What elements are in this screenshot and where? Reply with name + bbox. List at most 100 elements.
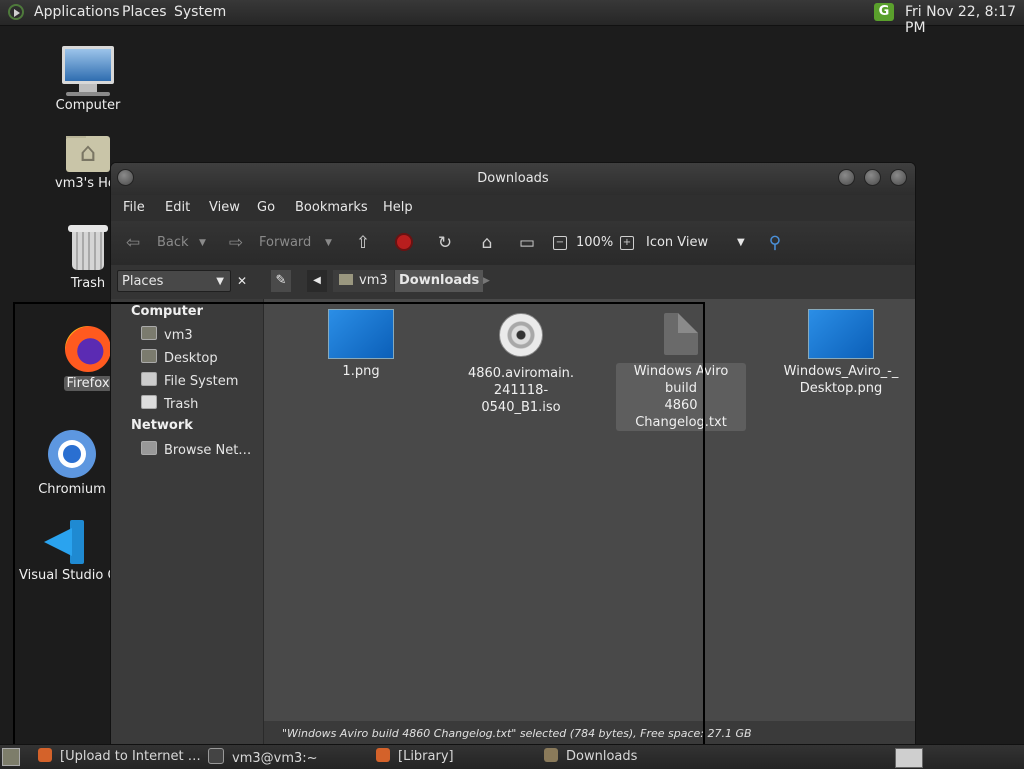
search-icon[interactable]: ⚲ xyxy=(765,233,785,253)
main-menu-icon[interactable] xyxy=(8,4,24,20)
network-icon xyxy=(141,441,157,455)
maximize-button[interactable] xyxy=(864,169,881,186)
desktop-icon-label: Firefox xyxy=(64,376,112,391)
update-notifier-icon[interactable]: G xyxy=(874,3,894,21)
desktop-icon-vscode[interactable]: Visual Studio Co xyxy=(17,520,110,583)
up-arrow-icon[interactable]: ⇧ xyxy=(353,233,373,253)
task-upload-browser[interactable]: [Upload to Internet … xyxy=(38,748,201,764)
file-item[interactable]: 1.png xyxy=(296,309,426,380)
home-folder-icon xyxy=(66,136,110,172)
firefox-icon xyxy=(376,748,390,762)
firefox-icon xyxy=(65,326,111,372)
show-desktop-icon[interactable] xyxy=(2,748,20,766)
text-file-icon xyxy=(664,313,698,355)
clock[interactable]: Fri Nov 22, 8:17 PM xyxy=(905,4,1024,36)
desktop-icon-label: Trash xyxy=(70,276,106,291)
sidebar-item-desktop[interactable]: Desktop xyxy=(141,349,218,366)
file-item[interactable]: Windows_Aviro_-_ Desktop.png xyxy=(776,309,906,397)
zoom-out-icon[interactable]: − xyxy=(553,236,567,250)
computer-icon xyxy=(62,46,114,84)
window-titlebar[interactable]: Downloads xyxy=(111,163,915,195)
breadcrumb-label: vm3 xyxy=(359,273,388,288)
toolbar: ⇦ Back ▼ ⇨ Forward ▼ ⇧ ↻ ⌂ ▭ − 100% + Ic… xyxy=(111,221,915,265)
file-item-selected[interactable]: Windows Aviro build 4860 Changelog.txt xyxy=(616,313,746,431)
trash-icon xyxy=(141,395,157,409)
task-label: vm3@vm3:~ xyxy=(232,751,318,766)
close-sidebar-icon[interactable]: ✕ xyxy=(237,270,247,292)
drive-icon xyxy=(141,372,157,386)
menu-view[interactable]: View xyxy=(209,200,240,215)
home-folder-icon xyxy=(339,274,353,285)
back-history-chevron-icon[interactable]: ▼ xyxy=(199,238,206,248)
desktop-folder-icon xyxy=(141,349,157,363)
chromium-icon xyxy=(48,430,96,478)
sidebar-item-vm3[interactable]: vm3 xyxy=(141,326,193,343)
close-button[interactable] xyxy=(890,169,907,186)
forward-button[interactable]: Forward xyxy=(259,235,311,250)
task-downloads[interactable]: Downloads xyxy=(544,748,637,764)
places-menu[interactable]: Places xyxy=(122,4,167,20)
task-label: Downloads xyxy=(566,749,638,764)
sidebar-header-computer: Computer xyxy=(131,304,204,319)
sidebar-selector[interactable]: Places ▼ xyxy=(117,270,231,292)
image-thumbnail xyxy=(808,309,874,359)
task-label: [Library] xyxy=(398,749,454,764)
file-item[interactable]: 4860.aviromain. 241118-0540_B1.iso xyxy=(456,313,586,416)
sidebar-item-trash[interactable]: Trash xyxy=(141,395,198,412)
sidebar-item-label: File System xyxy=(164,374,239,389)
desktop-icon-label: Chromium xyxy=(38,482,106,497)
sidebar-item-label: Browse Net… xyxy=(164,443,252,458)
file-name-line1: 4860.aviromain. xyxy=(467,366,575,381)
menu-help[interactable]: Help xyxy=(383,200,413,215)
sidebar-selector-label: Places xyxy=(122,274,164,289)
stop-icon[interactable] xyxy=(395,233,413,251)
home-folder-icon xyxy=(141,326,157,340)
vscode-icon xyxy=(42,520,86,564)
forward-history-chevron-icon[interactable]: ▼ xyxy=(325,238,332,248)
view-mode-select[interactable]: Icon View xyxy=(646,235,708,250)
folder-icon xyxy=(544,748,558,762)
disc-image-icon xyxy=(499,313,543,357)
workspace-switcher[interactable] xyxy=(895,748,923,768)
file-name: 1.png xyxy=(342,364,380,379)
sidebar-item-label: Desktop xyxy=(164,351,218,366)
sidebar-item-file-system[interactable]: File System xyxy=(141,372,238,389)
computer-icon[interactable]: ▭ xyxy=(517,233,537,253)
image-thumbnail xyxy=(328,309,394,359)
sidebar-item-label: vm3 xyxy=(164,328,193,343)
menu-bookmarks[interactable]: Bookmarks xyxy=(295,200,368,215)
file-name-line2: Desktop.png xyxy=(799,381,883,396)
applications-menu[interactable]: Applications xyxy=(34,4,120,20)
breadcrumb-right-arrow-icon[interactable]: ▶ xyxy=(483,270,490,292)
task-label: [Upload to Internet … xyxy=(60,749,201,764)
back-button[interactable]: Back xyxy=(157,235,189,250)
task-library[interactable]: [Library] xyxy=(376,748,454,764)
sidebar-item-browse-network[interactable]: Browse Net… xyxy=(141,441,251,458)
back-arrow-icon[interactable]: ⇦ xyxy=(123,233,143,253)
chevron-down-icon[interactable]: ▼ xyxy=(737,237,745,248)
menu-edit[interactable]: Edit xyxy=(165,200,190,215)
breadcrumb-vm3[interactable]: vm3 xyxy=(333,270,394,292)
desktop-icon-computer[interactable]: Computer xyxy=(33,46,143,113)
system-menu[interactable]: System xyxy=(174,4,226,20)
breadcrumb-left-arrow-icon[interactable]: ◀ xyxy=(307,270,327,292)
home-icon[interactable]: ⌂ xyxy=(477,233,497,253)
chevron-down-icon: ▼ xyxy=(216,276,224,287)
minimize-button[interactable] xyxy=(838,169,855,186)
menu-bar: File Edit View Go Bookmarks Help xyxy=(111,195,915,221)
sidebar-item-label: Trash xyxy=(164,397,199,412)
breadcrumb-downloads[interactable]: Downloads xyxy=(395,270,484,292)
window-title: Downloads xyxy=(477,171,549,186)
file-name-line1: Windows Aviro build xyxy=(633,364,729,396)
zoom-level[interactable]: 100% xyxy=(576,235,613,250)
menu-file[interactable]: File xyxy=(123,200,145,215)
toggle-location-entry-icon[interactable]: ✎ xyxy=(271,270,291,292)
menu-go[interactable]: Go xyxy=(257,200,275,215)
reload-icon[interactable]: ↻ xyxy=(435,233,455,253)
location-bar: Places ▼ ✕ ✎ ◀ vm3 Downloads ▶ xyxy=(111,265,915,299)
zoom-in-icon[interactable]: + xyxy=(620,236,634,250)
file-view[interactable]: 1.png 4860.aviromain. 241118-0540_B1.iso… xyxy=(264,299,915,721)
bottom-panel: [Upload to Internet … vm3@vm3:~ [Library… xyxy=(0,744,1024,769)
forward-arrow-icon[interactable]: ⇨ xyxy=(226,233,246,253)
task-terminal[interactable]: vm3@vm3:~ xyxy=(208,748,318,766)
